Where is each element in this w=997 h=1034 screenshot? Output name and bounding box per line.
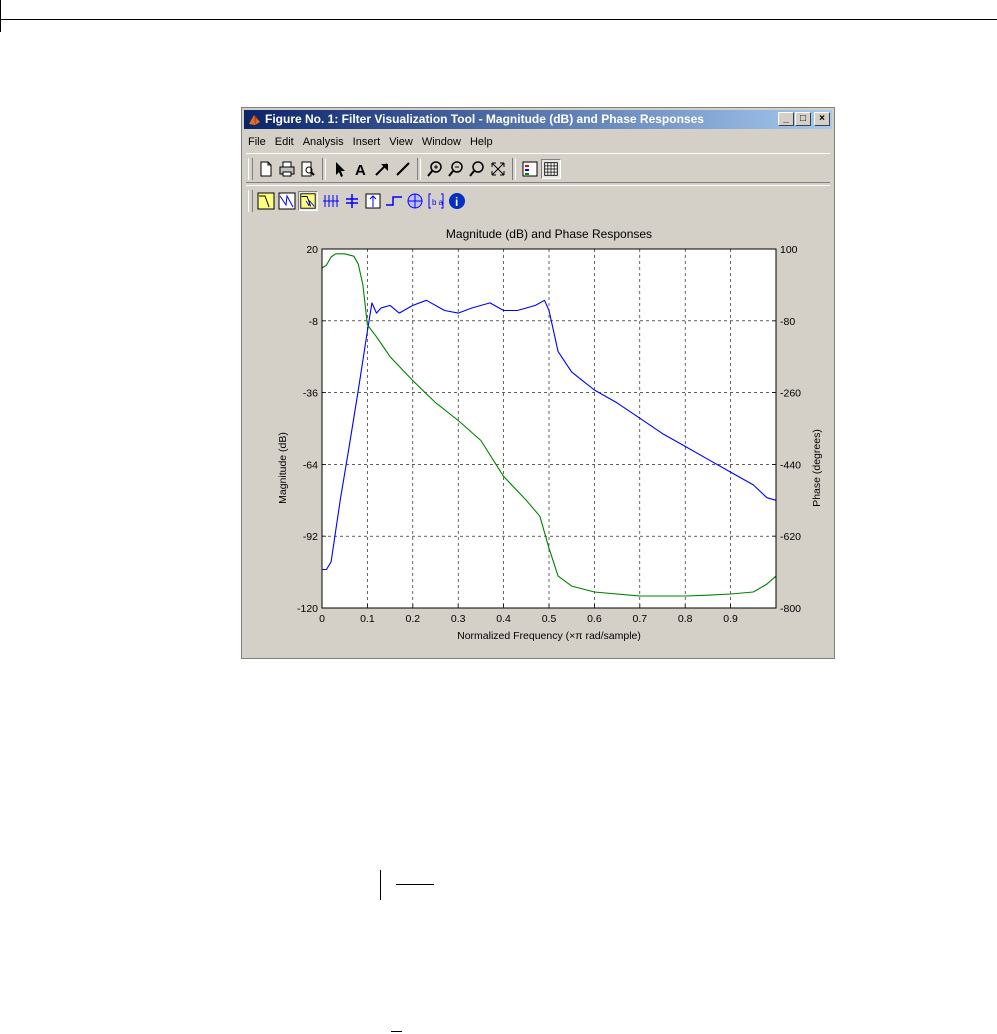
menu-bar: File Edit Analysis Insert View Window He…: [248, 133, 502, 151]
legend-icon[interactable]: [520, 159, 540, 179]
print-icon[interactable]: [277, 159, 297, 179]
phase-delay-icon[interactable]: [342, 191, 362, 211]
menu-insert[interactable]: Insert: [353, 133, 381, 151]
plot-background: [322, 249, 776, 608]
new-icon[interactable]: [256, 159, 276, 179]
y2-tick-label: -620: [780, 531, 801, 543]
svg-text:i: i: [455, 195, 458, 209]
x-tick-label: 0.7: [632, 613, 647, 625]
y2-tick-label: -800: [780, 603, 801, 615]
y2-tick-label: -80: [780, 316, 795, 328]
phase-response-icon[interactable]: [277, 191, 297, 211]
menu-edit[interactable]: Edit: [275, 133, 294, 151]
coefficients-icon[interactable]: b a: [426, 191, 446, 211]
plot-area[interactable]: Magnitude (dB) and Phase Responses 0 0.1 0…: [242, 218, 834, 658]
svg-text:b a: b a: [432, 198, 444, 207]
toolbar-grip[interactable]: [248, 158, 253, 180]
y-tick-label: -36: [303, 388, 318, 400]
y-tick-label: -120: [297, 603, 318, 615]
zoom-x-icon[interactable]: [467, 159, 487, 179]
print-preview-icon[interactable]: [298, 159, 318, 179]
menu-window[interactable]: Window: [422, 133, 461, 151]
x-tick-label: 0.3: [451, 613, 466, 625]
document-fraction-bar: [396, 884, 434, 885]
document-overline: [391, 1031, 402, 1032]
chart-title: Magnitude (dB) and Phase Responses: [446, 227, 652, 241]
info-icon[interactable]: i: [447, 191, 467, 211]
plot-box: [322, 249, 776, 608]
x-tick-label: 0.4: [496, 613, 511, 625]
y-tick-label: -64: [303, 459, 318, 471]
x-tick-label: 0.9: [723, 613, 738, 625]
window-title: Figure No. 1: Filter Visualization Tool …: [265, 112, 704, 126]
line-icon[interactable]: [393, 159, 413, 179]
maximize-button[interactable]: □: [795, 112, 811, 126]
magnitude-phase-icon[interactable]: [298, 191, 318, 211]
menu-help[interactable]: Help: [470, 133, 493, 151]
text-icon[interactable]: A: [351, 159, 371, 179]
close-button[interactable]: ×: [814, 112, 830, 126]
menu-view[interactable]: View: [389, 133, 413, 151]
toolbar-separator: [417, 158, 421, 180]
x-tick-label: 0.2: [405, 613, 420, 625]
minimize-button[interactable]: _: [778, 112, 794, 126]
analysis-toolbar: b a i: [246, 185, 830, 215]
y2-tick-label: -260: [780, 388, 801, 400]
y-tick-label: -92: [303, 531, 318, 543]
document-vertical-rule: [380, 870, 381, 900]
y2-axis-label: Phase (degrees): [811, 429, 823, 507]
pole-zero-icon[interactable]: [405, 191, 425, 211]
y-axis-label: Magnitude (dB): [277, 432, 289, 504]
toolbar-separator: [512, 158, 516, 180]
zoom-out-icon[interactable]: [446, 159, 466, 179]
full-view-icon[interactable]: [488, 159, 508, 179]
title-bar[interactable]: Figure No. 1: Filter Visualization Tool …: [244, 110, 832, 129]
grid-icon[interactable]: [541, 159, 561, 179]
x-tick-label: 0.1: [360, 613, 375, 625]
fvtool-window: Figure No. 1: Filter Visualization Tool …: [241, 107, 835, 659]
toolbar-separator: [322, 158, 326, 180]
impulse-response-icon[interactable]: [363, 191, 383, 211]
select-arrow-icon[interactable]: [330, 159, 350, 179]
menu-analysis[interactable]: Analysis: [303, 133, 344, 151]
zoom-in-icon[interactable]: [425, 159, 445, 179]
y-tick-label: 20: [306, 244, 318, 256]
matlab-logo-icon: [249, 115, 260, 125]
toolbar-grip[interactable]: [248, 190, 253, 212]
x-tick-label: 0.5: [542, 613, 557, 625]
magnitude-phase-chart[interactable]: Magnitude (dB) and Phase Responses 0 0.1 0…: [242, 218, 834, 658]
y2-tick-label: 100: [780, 244, 798, 256]
x-axis-label: Normalized Frequency (×π rad/sample): [457, 630, 641, 642]
step-response-icon[interactable]: [384, 191, 404, 211]
x-tick-label: 0.6: [587, 613, 602, 625]
page-left-rule: [0, 0, 1, 32]
y-tick-label: -8: [309, 316, 318, 328]
y2-tick-label: -440: [780, 459, 801, 471]
group-delay-icon[interactable]: [321, 191, 341, 211]
x-tick-label: 0: [319, 613, 325, 625]
arrow-icon[interactable]: [372, 159, 392, 179]
menu-file[interactable]: File: [248, 133, 266, 151]
page-top-rule: [0, 19, 997, 20]
figure-toolbar: A: [246, 153, 830, 183]
x-tick-label: 0.8: [678, 613, 693, 625]
magnitude-response-icon[interactable]: [256, 191, 276, 211]
svg-text:A: A: [355, 162, 366, 179]
